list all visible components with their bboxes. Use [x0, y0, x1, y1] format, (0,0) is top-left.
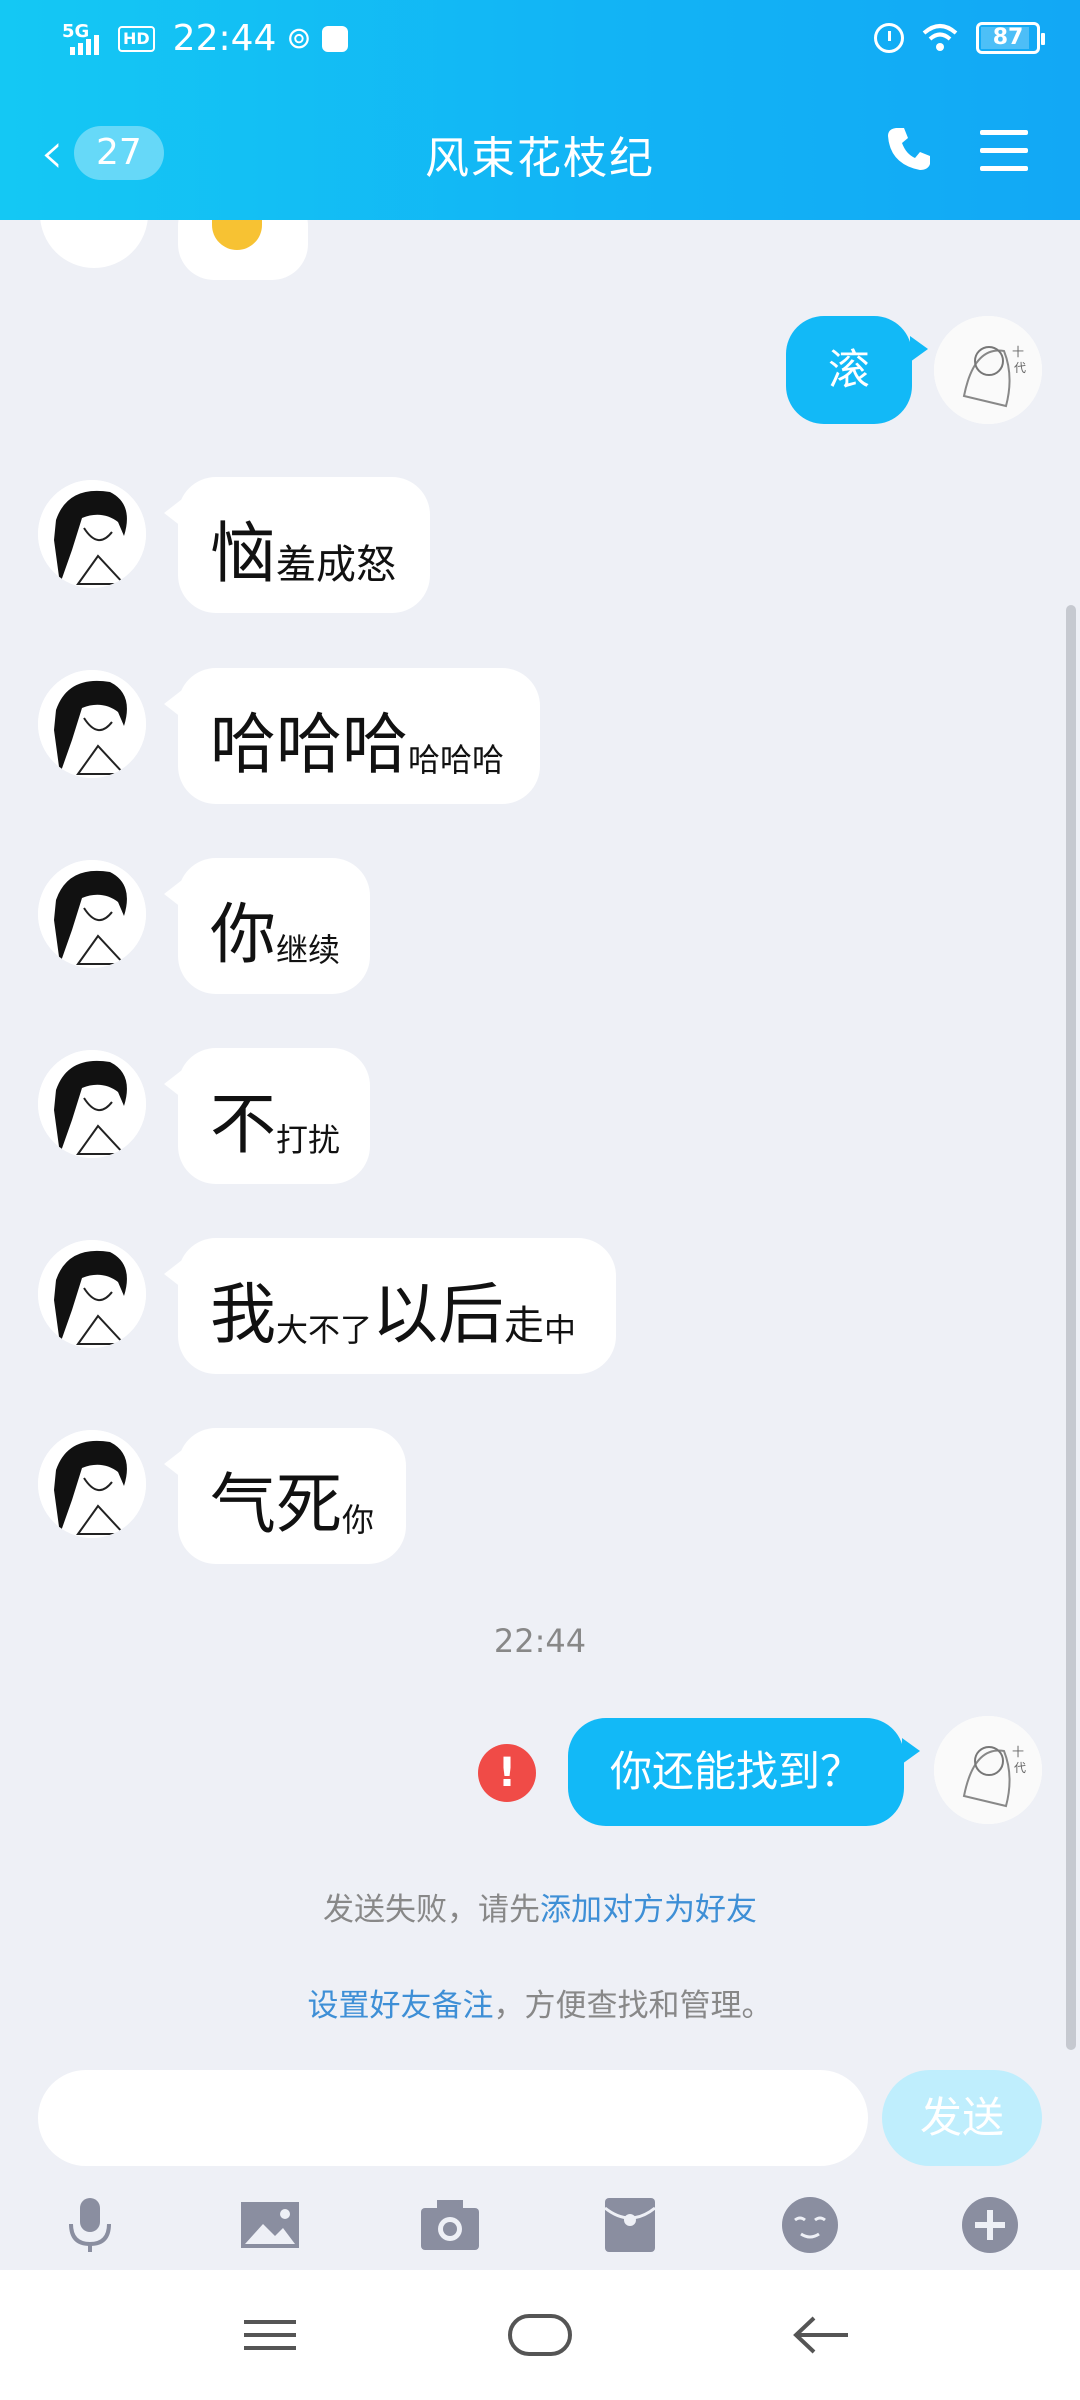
remark-notice: 设置好友备注，方便查找和管理。 [0, 1980, 1080, 2025]
outgoing-message[interactable]: 你还能找到？ [568, 1718, 921, 1826]
status-bar: 5G HD 22:44 ⊚ 87 [0, 0, 1080, 84]
add-friend-link[interactable]: 添加对方为好友 [540, 1892, 757, 1928]
message-text-small: 打扰 [276, 1121, 341, 1159]
contact-avatar[interactable] [38, 1050, 146, 1158]
status-time: 22:44 [172, 18, 277, 59]
system-navigation-bar [0, 2270, 1080, 2400]
send-button[interactable]: 发送 [882, 2070, 1042, 2166]
notification-icon [321, 25, 348, 52]
incoming-message[interactable]: 你 继续 [164, 858, 370, 994]
svg-text:代: 代 [1014, 361, 1026, 375]
input-bar: 发送 [0, 2050, 1080, 2270]
set-remark-link[interactable]: 设置好友备注 [308, 1988, 494, 2024]
message-text-large: 我 [210, 1276, 276, 1353]
microphone-icon[interactable] [50, 2185, 130, 2265]
message-text-large: 你 [210, 896, 276, 973]
incoming-message[interactable]: 不 打扰 [164, 1048, 370, 1184]
menu-icon[interactable] [230, 2300, 310, 2370]
image-icon[interactable] [230, 2185, 310, 2265]
scrollbar[interactable] [1066, 605, 1076, 2050]
chat-area[interactable]: 滚 十代 恼 羞成怒 哈哈哈 哈哈哈 你 继续 不 打扰 我 大不了 以后 走 … [0, 220, 1080, 2050]
message-text-small: 羞成怒 [276, 542, 396, 588]
message-text-large: 以后 [372, 1276, 505, 1353]
message-text-mid: 走 [504, 1303, 545, 1349]
emoji-icon[interactable] [770, 2185, 850, 2265]
red-packet-icon[interactable] [590, 2185, 670, 2265]
svg-text:十: 十 [1012, 1745, 1024, 1759]
contact-avatar[interactable] [38, 1240, 146, 1348]
message-text: 你还能找到？ [610, 1747, 863, 1796]
home-icon[interactable] [500, 2300, 580, 2370]
message-text: 滚 [828, 345, 871, 394]
message-text-large: 哈哈哈 [210, 706, 408, 783]
svg-text:十: 十 [1012, 345, 1024, 359]
avatar[interactable] [40, 220, 148, 268]
outgoing-message[interactable]: 滚 [786, 316, 929, 424]
menu-icon[interactable] [980, 130, 1028, 171]
incoming-message[interactable]: 气死 你 [164, 1428, 406, 1564]
svg-text:代: 代 [1014, 1761, 1026, 1775]
notice-text: 发送失败，请先 [323, 1892, 540, 1928]
message-input[interactable] [38, 2070, 868, 2166]
back-icon[interactable] [784, 2300, 864, 2370]
message-timestamp: 22:44 [493, 1622, 587, 1660]
my-avatar[interactable]: 十代 [934, 316, 1042, 424]
notice-text: ，方便查找和管理。 [493, 1988, 773, 2024]
incoming-message[interactable]: 哈哈哈 哈哈哈 [164, 668, 540, 804]
message-text-small: 中 [544, 1311, 577, 1349]
app-header: 5G HD 22:44 ⊚ 87 ‹ 27 风束花枝纪 [0, 0, 1080, 220]
weibo-icon: ⊚ [286, 21, 312, 56]
send-failed-icon[interactable]: ! [478, 1744, 536, 1802]
message-text-small: 哈哈哈 [408, 741, 505, 779]
contact-avatar[interactable] [38, 670, 146, 778]
message-text-small: 继续 [276, 931, 341, 969]
nav-bar: ‹ 27 风束花枝纪 [0, 84, 1080, 220]
incoming-message[interactable]: 恼 羞成怒 [164, 477, 430, 613]
message-text-large: 恼 [210, 515, 276, 592]
signal-icon: 5G [62, 21, 108, 57]
battery-icon: 87 [976, 22, 1045, 54]
contact-avatar[interactable] [38, 480, 146, 588]
battery-level: 87 [992, 25, 1024, 50]
message-text-large: 不 [210, 1086, 276, 1163]
send-failed-notice: 发送失败，请先添加对方为好友 [0, 1884, 1080, 1929]
input-toolbar [0, 2185, 1080, 2265]
hd-badge: HD [118, 25, 155, 52]
alarm-icon [874, 23, 904, 53]
incoming-message[interactable]: 我 大不了 以后 走 中 [164, 1238, 616, 1374]
camera-icon[interactable] [410, 2185, 490, 2265]
message-text-large: 气死 [210, 1466, 342, 1543]
plus-icon[interactable] [950, 2185, 1030, 2265]
wifi-icon [922, 24, 958, 51]
my-avatar[interactable]: 十代 [934, 1716, 1042, 1824]
message-text-small: 大不了 [276, 1311, 373, 1349]
contact-avatar[interactable] [38, 860, 146, 968]
phone-icon[interactable] [884, 124, 934, 174]
message-text-small: 你 [342, 1501, 375, 1539]
contact-avatar[interactable] [38, 1430, 146, 1538]
